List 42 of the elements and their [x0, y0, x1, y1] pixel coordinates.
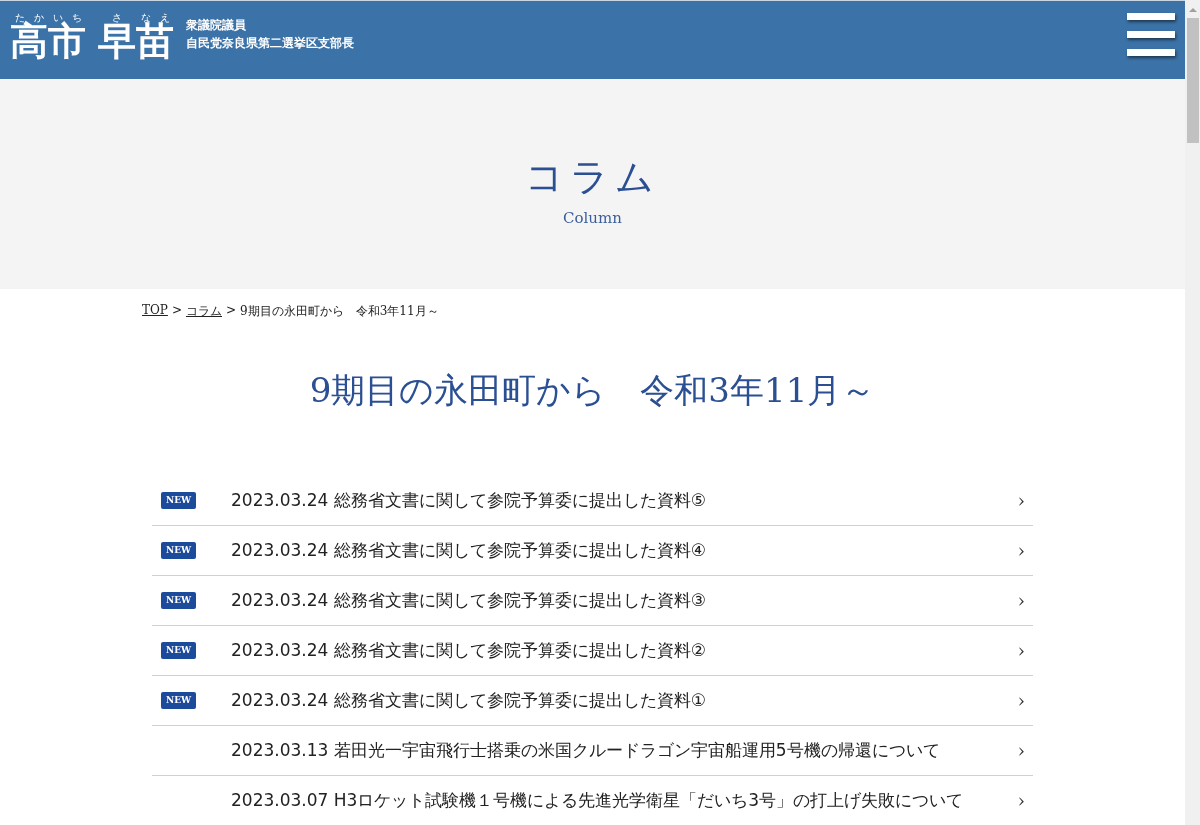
article-link[interactable]: NEW 2023.03.24 総務省文書に関して参院予算委に提出した資料⑤ ›: [152, 476, 1033, 526]
chevron-icon: ›: [1017, 490, 1033, 511]
article-link[interactable]: NEW 2023.03.24 総務省文書に関して参院予算委に提出した資料② ›: [152, 626, 1033, 676]
name-character: 高 たか: [10, 13, 48, 60]
chevron-icon: ›: [1017, 590, 1033, 611]
article-link[interactable]: NEW 2023.03.24 総務省文書に関して参院予算委に提出した資料④ ›: [152, 526, 1033, 576]
name-character: 早 さ: [98, 13, 136, 60]
breadcrumb-link[interactable]: TOP: [142, 303, 168, 320]
new-badge: NEW: [161, 642, 197, 659]
new-badge: NEW: [161, 592, 197, 609]
breadcrumb-text: >: [226, 303, 237, 319]
name-character: 市 いち: [48, 13, 86, 60]
chevron-icon: ›: [1017, 790, 1033, 811]
article-link[interactable]: NEW 2023.03.24 総務省文書に関して参院予算委に提出した資料③ ›: [152, 576, 1033, 626]
article-title: 2023.03.24 総務省文書に関して参院予算委に提出した資料①: [231, 689, 707, 712]
section-subheading: Column: [563, 208, 622, 227]
new-badge: NEW: [161, 492, 197, 509]
menu-icon[interactable]: [1127, 13, 1175, 56]
article-title: 2023.03.13 若田光一宇宙飛行士搭乗の米国クルードラゴン宇宙船運用5号機の帰還について: [231, 739, 941, 762]
article-title: 2023.03.24 総務省文書に関して参院予算委に提出した資料④: [231, 539, 707, 562]
new-badge: NEW: [161, 692, 197, 709]
name-character: 苗 なえ: [136, 13, 174, 60]
chevron-icon: ›: [1017, 640, 1033, 661]
article-title: 2023.03.24 総務省文書に関して参院予算委に提出した資料③: [231, 589, 707, 612]
article-title: 2023.03.07 H3ロケット試験機１号機による先進光学衛星「だいち3号」の打上げ失敗について: [231, 789, 965, 812]
breadcrumb-link[interactable]: コラム: [186, 303, 222, 320]
article-link[interactable]: NEW 2023.03.24 総務省文書に関して参院予算委に提出した資料① ›: [152, 676, 1033, 726]
article-title: 2023.03.24 総務省文書に関して参院予算委に提出した資料②: [231, 639, 707, 662]
new-badge: NEW: [161, 542, 197, 559]
chevron-icon: ›: [1017, 690, 1033, 711]
breadcrumb-text: 9期目の永田町から 令和3年11月～: [240, 303, 439, 320]
article-title: 2023.03.24 総務省文書に関して参院予算委に提出した資料⑤: [231, 489, 707, 512]
article-link[interactable]: 2023.03.13 若田光一宇宙飛行士搭乗の米国クルードラゴン宇宙船運用5号機の帰還について ›: [152, 726, 1033, 776]
chevron-icon: ›: [1017, 540, 1033, 561]
position-title: 衆議院議員: [186, 17, 247, 34]
breadcrumb-text: >: [171, 303, 182, 319]
article-link[interactable]: 2023.03.07 H3ロケット試験機１号機による先進光学衛星「だいち3号」の打上げ失敗について ›: [152, 776, 1033, 825]
chevron-icon: ›: [1017, 740, 1033, 761]
page-title: 9期目の永田町から 令和3年11月～: [308, 369, 877, 412]
scrollbar[interactable]: [1185, 0, 1200, 825]
section-heading: コラム: [525, 155, 660, 201]
position-title: 自民党奈良県第二選挙区支部長: [186, 35, 354, 52]
